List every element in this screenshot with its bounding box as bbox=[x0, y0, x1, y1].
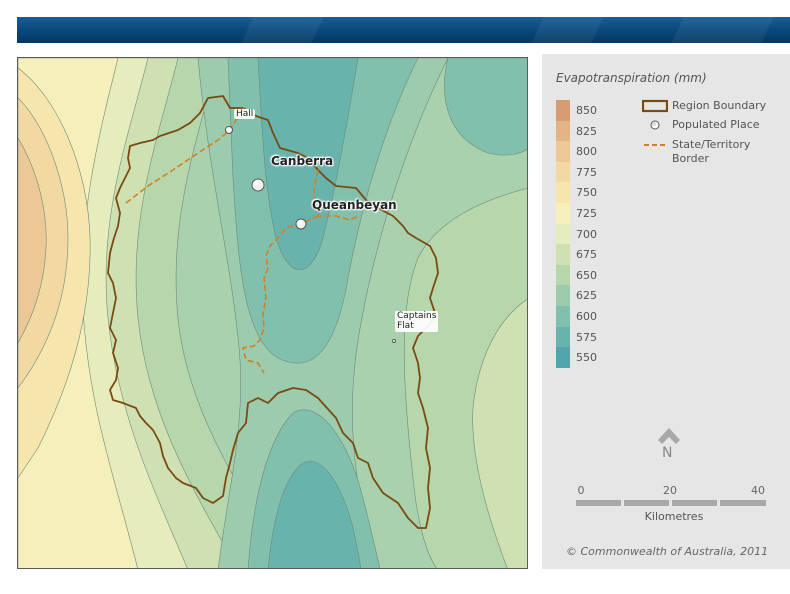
color-ramp-swatch bbox=[556, 141, 570, 162]
populated-place-marker[interactable] bbox=[392, 339, 396, 343]
copyright-text: © Commonwealth of Australia, 2011 bbox=[566, 545, 769, 558]
populated-place-marker[interactable] bbox=[251, 178, 265, 192]
color-ramp-label: 550 bbox=[576, 351, 597, 365]
place-label-canberra: Canberra bbox=[271, 154, 334, 168]
north-label: N bbox=[662, 445, 673, 461]
color-ramp-label: 650 bbox=[576, 268, 597, 282]
color-ramp-label: 600 bbox=[576, 310, 597, 323]
scale-tick: 40 bbox=[751, 484, 765, 497]
color-ramp-swatch bbox=[556, 264, 570, 286]
color-ramp-swatch bbox=[556, 182, 570, 203]
color-ramp-label: 575 bbox=[576, 330, 597, 344]
evapotranspiration-map[interactable]: Hall Canberra Queanbeyan Captains Flat bbox=[17, 57, 528, 569]
color-ramp-swatch bbox=[556, 326, 570, 348]
color-ramp-swatch bbox=[556, 202, 570, 224]
region-boundary-label: Region Boundary bbox=[672, 99, 767, 112]
color-ramp-label: 800 bbox=[576, 145, 597, 159]
scale-bar: 0 20 40 Kilometres bbox=[576, 484, 776, 524]
color-ramp-label: 825 bbox=[576, 124, 597, 138]
place-label-hall: Hall bbox=[234, 109, 256, 120]
place-label-captains-flat: Captains Flat bbox=[395, 311, 439, 332]
color-ramp-label: 725 bbox=[576, 207, 597, 220]
color-ramp-swatch bbox=[556, 305, 570, 327]
color-ramp-label: 850 bbox=[576, 104, 597, 117]
place-label-queanbeyan: Queanbeyan bbox=[312, 198, 397, 212]
populated-place-label: Populated Place bbox=[672, 118, 760, 131]
color-ramp-label: 700 bbox=[576, 227, 597, 241]
state-border-label: State/Territory Border bbox=[672, 138, 751, 165]
scale-tick: 20 bbox=[663, 484, 677, 497]
populated-place-marker[interactable] bbox=[295, 218, 307, 230]
color-ramp-label: 675 bbox=[576, 248, 597, 262]
color-ramp-swatch bbox=[556, 285, 570, 306]
color-ramp-swatch bbox=[556, 100, 570, 121]
color-ramp-swatch bbox=[556, 161, 570, 183]
legend-panel: Evapotranspiration (mm) 850 825 800 775 750 7… bbox=[542, 54, 790, 569]
color-ramp-swatch bbox=[556, 223, 570, 245]
scale-tick: 0 bbox=[577, 484, 585, 497]
populated-place-icon bbox=[650, 120, 660, 130]
color-ramp-swatch bbox=[556, 244, 570, 265]
color-ramp-swatch bbox=[556, 347, 570, 368]
scale-unit: Kilometres bbox=[644, 510, 704, 523]
populated-place-marker[interactable] bbox=[225, 126, 233, 134]
color-ramp-label: 775 bbox=[576, 165, 597, 179]
map-canvas bbox=[18, 58, 527, 568]
color-ramp-label: 750 bbox=[576, 186, 597, 200]
color-ramp-label: 625 bbox=[576, 289, 597, 303]
color-ramp bbox=[556, 100, 570, 368]
legend-title: Evapotranspiration (mm) bbox=[556, 71, 707, 85]
header-banner bbox=[17, 17, 790, 43]
color-ramp-swatch bbox=[556, 120, 570, 142]
